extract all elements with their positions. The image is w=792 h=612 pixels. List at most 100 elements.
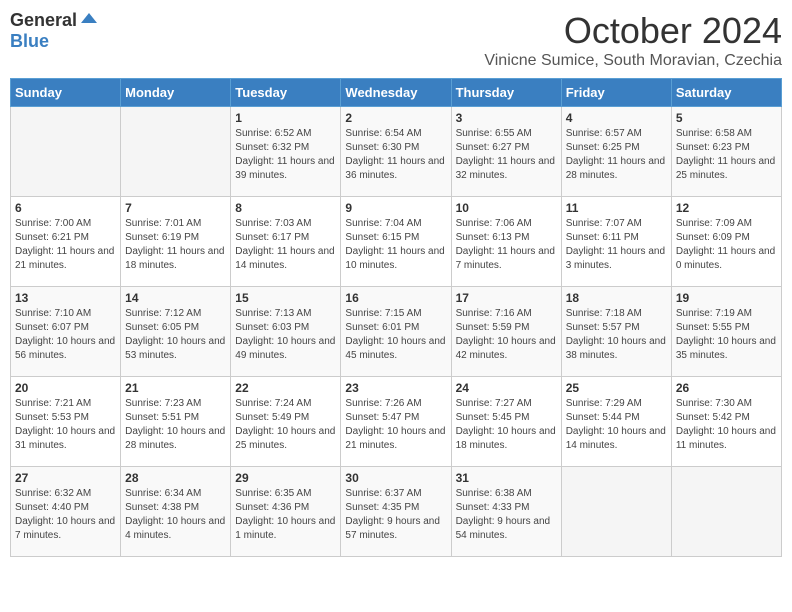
day-header-thursday: Thursday	[451, 79, 561, 107]
logo-icon	[79, 11, 99, 31]
calendar-cell: 28 Sunrise: 6:34 AMSunset: 4:38 PMDayligh…	[121, 467, 231, 557]
day-info: Sunrise: 7:24 AMSunset: 5:49 PMDaylight:…	[235, 397, 336, 453]
calendar-cell: 24 Sunrise: 7:27 AMSunset: 5:45 PMDayligh…	[451, 377, 561, 467]
day-number: 10	[456, 201, 557, 215]
calendar-cell: 16Sunrise: 7:15 AMSunset: 6:01 PMDayligh…	[341, 287, 451, 377]
calendar-cell: 6 Sunrise: 7:00 AMSunset: 6:21 PMDaylight…	[11, 197, 121, 287]
calendar-cell: 10 Sunrise: 7:06 AMSunset: 6:13 PMDayligh…	[451, 197, 561, 287]
day-info: Sunrise: 7:00 AMSunset: 6:21 PMDaylight:…	[15, 217, 116, 273]
calendar-cell: 14 Sunrise: 7:12 AMSunset: 6:05 PMDayligh…	[121, 287, 231, 377]
day-number: 21	[125, 381, 226, 395]
day-number: 26	[676, 381, 777, 395]
day-number: 22	[235, 381, 336, 395]
calendar-table: SundayMondayTuesdayWednesdayThursdayFrid…	[10, 78, 782, 557]
logo-general-text: General	[10, 10, 77, 31]
day-info: Sunrise: 7:06 AMSunset: 6:13 PMDaylight:…	[456, 217, 557, 273]
day-number: 7	[125, 201, 226, 215]
calendar-cell: 8 Sunrise: 7:03 AMSunset: 6:17 PMDaylight…	[231, 197, 341, 287]
day-info: Sunrise: 6:34 AMSunset: 4:38 PMDaylight:…	[125, 487, 226, 543]
calendar-cell: 19Sunrise: 7:19 AMSunset: 5:55 PMDayligh…	[671, 287, 781, 377]
day-number: 8	[235, 201, 336, 215]
day-number: 13	[15, 291, 116, 305]
calendar-cell	[671, 467, 781, 557]
calendar-cell: 18 Sunrise: 7:18 AMSunset: 5:57 PMDayligh…	[561, 287, 671, 377]
calendar-cell: 15Sunrise: 7:13 AMSunset: 6:03 PMDayligh…	[231, 287, 341, 377]
day-info: Sunrise: 7:07 AMSunset: 6:11 PMDaylight:…	[566, 217, 667, 273]
calendar-cell: 30 Sunrise: 6:37 AMSunset: 4:35 PMDayligh…	[341, 467, 451, 557]
day-info: Sunrise: 7:04 AMSunset: 6:15 PMDaylight:…	[345, 217, 446, 273]
day-info: Sunrise: 6:58 AMSunset: 6:23 PMDaylight:…	[676, 127, 777, 183]
day-number: 18	[566, 291, 667, 305]
calendar-cell: 23 Sunrise: 7:26 AMSunset: 5:47 PMDayligh…	[341, 377, 451, 467]
calendar-cell: 5 Sunrise: 6:58 AMSunset: 6:23 PMDaylight…	[671, 107, 781, 197]
calendar-cell: 27 Sunrise: 6:32 AMSunset: 4:40 PMDayligh…	[11, 467, 121, 557]
day-number: 27	[15, 471, 116, 485]
calendar-cell: 26Sunrise: 7:30 AMSunset: 5:42 PMDayligh…	[671, 377, 781, 467]
day-number: 25	[566, 381, 667, 395]
calendar-cell: 1 Sunrise: 6:52 AMSunset: 6:32 PMDaylight…	[231, 107, 341, 197]
calendar-cell: 29 Sunrise: 6:35 AMSunset: 4:36 PMDayligh…	[231, 467, 341, 557]
day-number: 5	[676, 111, 777, 125]
day-info: Sunrise: 7:19 AMSunset: 5:55 PMDaylight:…	[676, 307, 777, 363]
day-number: 29	[235, 471, 336, 485]
day-info: Sunrise: 6:38 AMSunset: 4:33 PMDaylight:…	[456, 487, 557, 543]
calendar-cell	[561, 467, 671, 557]
title-section: October 2024 Vinicne Sumice, South Morav…	[484, 10, 782, 70]
calendar-cell: 17Sunrise: 7:16 AMSunset: 5:59 PMDayligh…	[451, 287, 561, 377]
calendar-cell: 31 Sunrise: 6:38 AMSunset: 4:33 PMDayligh…	[451, 467, 561, 557]
day-number: 1	[235, 111, 336, 125]
day-number: 6	[15, 201, 116, 215]
day-number: 30	[345, 471, 446, 485]
calendar-week-row: 20 Sunrise: 7:21 AMSunset: 5:53 PMDayligh…	[11, 377, 782, 467]
calendar-header-row: SundayMondayTuesdayWednesdayThursdayFrid…	[11, 79, 782, 107]
day-number: 15	[235, 291, 336, 305]
calendar-cell: 20 Sunrise: 7:21 AMSunset: 5:53 PMDayligh…	[11, 377, 121, 467]
day-info: Sunrise: 7:12 AMSunset: 6:05 PMDaylight:…	[125, 307, 226, 363]
month-title: October 2024	[484, 10, 782, 52]
day-info: Sunrise: 6:54 AMSunset: 6:30 PMDaylight:…	[345, 127, 446, 183]
day-info: Sunrise: 7:03 AMSunset: 6:17 PMDaylight:…	[235, 217, 336, 273]
day-number: 31	[456, 471, 557, 485]
logo-blue-text: Blue	[10, 31, 49, 52]
day-number: 16	[345, 291, 446, 305]
day-info: Sunrise: 6:55 AMSunset: 6:27 PMDaylight:…	[456, 127, 557, 183]
day-header-sunday: Sunday	[11, 79, 121, 107]
day-info: Sunrise: 7:26 AMSunset: 5:47 PMDaylight:…	[345, 397, 446, 453]
day-info: Sunrise: 6:35 AMSunset: 4:36 PMDaylight:…	[235, 487, 336, 543]
day-header-friday: Friday	[561, 79, 671, 107]
day-number: 28	[125, 471, 226, 485]
day-info: Sunrise: 7:18 AMSunset: 5:57 PMDaylight:…	[566, 307, 667, 363]
day-number: 24	[456, 381, 557, 395]
location-subtitle: Vinicne Sumice, South Moravian, Czechia	[484, 52, 782, 70]
day-info: Sunrise: 6:52 AMSunset: 6:32 PMDaylight:…	[235, 127, 336, 183]
day-number: 9	[345, 201, 446, 215]
calendar-cell: 11 Sunrise: 7:07 AMSunset: 6:11 PMDayligh…	[561, 197, 671, 287]
day-info: Sunrise: 7:01 AMSunset: 6:19 PMDaylight:…	[125, 217, 226, 273]
logo: General Blue	[10, 10, 99, 52]
calendar-cell: 21Sunrise: 7:23 AMSunset: 5:51 PMDayligh…	[121, 377, 231, 467]
day-info: Sunrise: 6:57 AMSunset: 6:25 PMDaylight:…	[566, 127, 667, 183]
day-number: 12	[676, 201, 777, 215]
calendar-week-row: 1 Sunrise: 6:52 AMSunset: 6:32 PMDaylight…	[11, 107, 782, 197]
day-number: 2	[345, 111, 446, 125]
day-number: 11	[566, 201, 667, 215]
day-number: 23	[345, 381, 446, 395]
calendar-week-row: 6 Sunrise: 7:00 AMSunset: 6:21 PMDaylight…	[11, 197, 782, 287]
day-number: 3	[456, 111, 557, 125]
day-info: Sunrise: 6:32 AMSunset: 4:40 PMDaylight:…	[15, 487, 116, 543]
day-number: 20	[15, 381, 116, 395]
calendar-cell: 9 Sunrise: 7:04 AMSunset: 6:15 PMDaylight…	[341, 197, 451, 287]
day-number: 14	[125, 291, 226, 305]
calendar-cell: 13 Sunrise: 7:10 AMSunset: 6:07 PMDayligh…	[11, 287, 121, 377]
calendar-cell: 7 Sunrise: 7:01 AMSunset: 6:19 PMDaylight…	[121, 197, 231, 287]
calendar-cell	[11, 107, 121, 197]
day-info: Sunrise: 7:16 AMSunset: 5:59 PMDaylight:…	[456, 307, 557, 363]
day-header-tuesday: Tuesday	[231, 79, 341, 107]
day-info: Sunrise: 7:10 AMSunset: 6:07 PMDaylight:…	[15, 307, 116, 363]
calendar-week-row: 27 Sunrise: 6:32 AMSunset: 4:40 PMDayligh…	[11, 467, 782, 557]
day-info: Sunrise: 7:21 AMSunset: 5:53 PMDaylight:…	[15, 397, 116, 453]
day-info: Sunrise: 6:37 AMSunset: 4:35 PMDaylight:…	[345, 487, 446, 543]
day-info: Sunrise: 7:29 AMSunset: 5:44 PMDaylight:…	[566, 397, 667, 453]
day-info: Sunrise: 7:27 AMSunset: 5:45 PMDaylight:…	[456, 397, 557, 453]
day-header-monday: Monday	[121, 79, 231, 107]
